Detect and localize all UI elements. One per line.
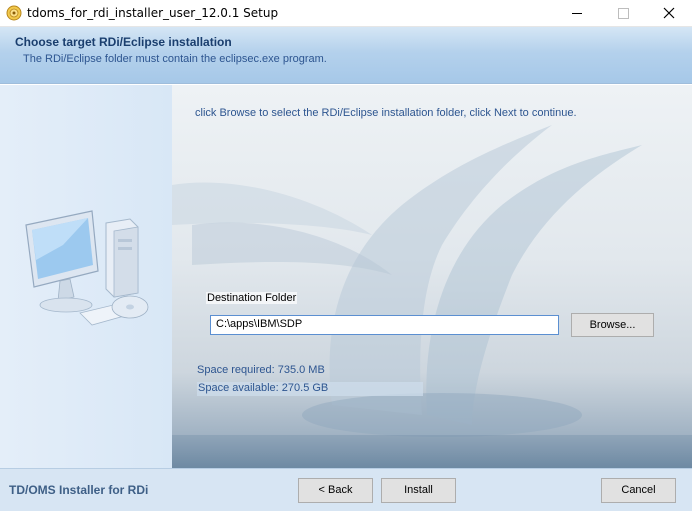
close-icon — [663, 7, 675, 19]
browse-button[interactable]: Browse... — [571, 313, 654, 337]
footer-bar: TD/OMS Installer for RDi < Back Install … — [0, 468, 692, 511]
installer-brand: TD/OMS Installer for RDi — [9, 483, 149, 497]
destination-folder-input[interactable]: C:\apps\IBM\SDP — [210, 315, 559, 335]
cancel-button[interactable]: Cancel — [601, 478, 676, 503]
main-panel: click Browse to select the RDi/Eclipse i… — [172, 85, 692, 468]
page-subtitle: The RDi/Eclipse folder must contain the … — [23, 53, 327, 65]
install-button[interactable]: Install — [381, 478, 456, 503]
back-button[interactable]: < Back — [298, 478, 373, 503]
maximize-icon — [618, 8, 629, 19]
instruction-text: click Browse to select the RDi/Eclipse i… — [195, 107, 577, 119]
page-header: Choose target RDi/Eclipse installation T… — [0, 27, 692, 84]
background-artwork — [172, 125, 692, 468]
title-bar: tdoms_for_rdi_installer_user_12.0.1 Setu… — [0, 0, 692, 27]
minimize-button[interactable] — [554, 0, 600, 27]
maximize-button[interactable] — [600, 0, 646, 27]
close-button[interactable] — [646, 0, 692, 27]
destination-folder-label: Destination Folder — [206, 292, 298, 304]
window-title: tdoms_for_rdi_installer_user_12.0.1 Setu… — [27, 6, 279, 20]
space-required-text: Space required: 735.0 MB — [197, 364, 325, 376]
side-banner — [0, 85, 172, 468]
computer-icon — [25, 210, 149, 326]
space-available-text: Space available: 270.5 GB — [197, 382, 423, 396]
minimize-icon — [572, 13, 582, 14]
installer-icon — [6, 5, 22, 21]
page-title: Choose target RDi/Eclipse installation — [15, 35, 232, 49]
